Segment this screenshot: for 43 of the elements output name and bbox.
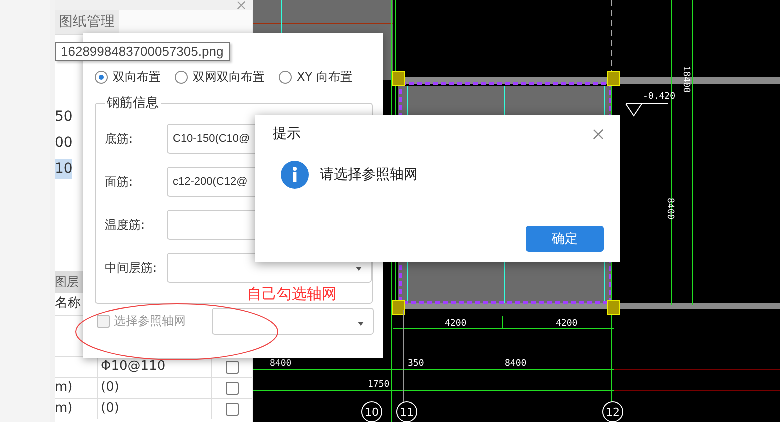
close-icon[interactable] <box>237 1 246 10</box>
dimension-label: 18400 <box>681 66 691 94</box>
list-item[interactable]: 50 <box>55 107 72 127</box>
dimension-label: 8400 <box>665 198 675 220</box>
dimension-label: 350 <box>408 359 424 369</box>
caret-icon <box>358 322 364 326</box>
table-cell: (0) <box>98 399 212 419</box>
table-cell: m) <box>55 399 98 419</box>
info-icon <box>281 161 309 189</box>
axis-marker: 11 <box>396 402 418 422</box>
table-cell: m) <box>55 378 98 398</box>
group-title: 钢筋信息 <box>106 95 160 112</box>
column-marker <box>392 72 406 86</box>
dialog-title: 提示 <box>273 125 301 143</box>
field-label: 温度筋: <box>105 216 146 234</box>
dimension-label: 4200 <box>556 319 578 329</box>
dimension-label: 1750 <box>368 380 390 390</box>
list-item[interactable]: 00 <box>55 133 72 153</box>
axis-marker: 10 <box>362 402 382 422</box>
caret-icon <box>356 267 362 271</box>
dimension-label: 8400 <box>270 359 292 369</box>
column-marker <box>392 300 406 316</box>
field-label: 面筋: <box>105 174 134 190</box>
panel-tab[interactable]: 图纸管理 <box>55 10 119 34</box>
confirm-button[interactable]: 确定 <box>526 226 604 252</box>
field-label: 底筋: <box>105 130 134 148</box>
dimension-label: 8400 <box>505 359 527 369</box>
checkbox[interactable] <box>226 382 238 394</box>
list-item[interactable]: 10 <box>55 159 72 179</box>
column-marker <box>608 72 620 86</box>
table-cell: (0) <box>98 378 212 398</box>
radio-option[interactable]: 双向布置 <box>95 69 161 86</box>
tooltip: 1628998483700057305.png <box>55 42 230 61</box>
level-marker <box>626 104 668 117</box>
column-marker <box>608 300 620 316</box>
radio-option[interactable]: 双网双向布置 <box>175 69 265 86</box>
checkbox[interactable] <box>226 360 238 374</box>
dimension-label: 4200 <box>445 319 467 329</box>
axis-marker: 12 <box>602 402 624 422</box>
checkbox[interactable] <box>226 402 238 416</box>
radio-option[interactable]: XY 向布置 <box>279 69 352 86</box>
alert-message: 请选择参照轴网 <box>320 166 418 184</box>
close-icon[interactable] <box>593 128 604 140</box>
